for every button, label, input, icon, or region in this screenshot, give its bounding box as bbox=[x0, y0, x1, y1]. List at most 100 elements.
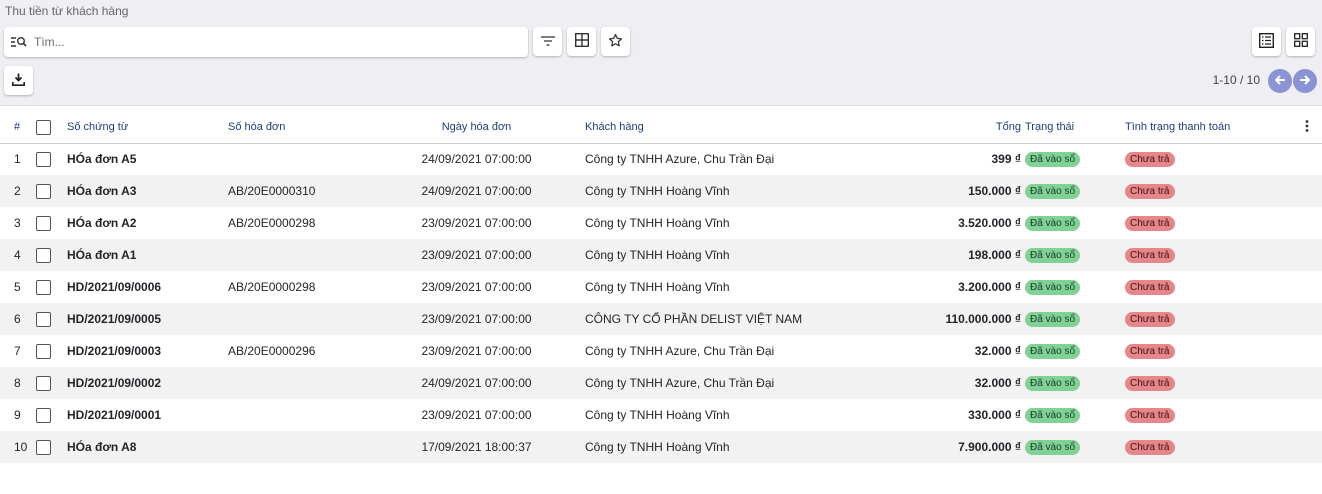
col-header-trang-thai[interactable]: Trạng thái bbox=[1025, 112, 1125, 144]
filter-button[interactable] bbox=[533, 27, 562, 56]
status-badge: Đã vào sổ bbox=[1025, 376, 1081, 391]
status-badge: Đã vào sổ bbox=[1025, 248, 1081, 263]
cell-khach-hang: Công ty TNHH Azure, Chu Trần Đại bbox=[585, 344, 775, 358]
row-checkbox-cell[interactable] bbox=[36, 399, 67, 431]
row-checkbox-cell[interactable] bbox=[36, 175, 67, 207]
row-checkbox-cell[interactable] bbox=[36, 143, 67, 175]
cell-tong: 399 ₫ bbox=[991, 152, 1021, 167]
row-spacer bbox=[1305, 399, 1322, 431]
cell-ngay-hoa-don: 23/09/2021 07:00:00 bbox=[421, 248, 532, 262]
cell-tinh-trang: Chưa trả bbox=[1125, 335, 1305, 367]
cell-tong: 110.000.000 ₫ bbox=[945, 312, 1021, 326]
cell-so-chung-tu: HD/2021/09/0001 bbox=[67, 408, 162, 422]
download-button[interactable] bbox=[4, 66, 33, 95]
optional-columns-toggle[interactable] bbox=[1305, 112, 1322, 144]
cell-khach-hang: Công ty TNHH Azure, Chu Trần Đại bbox=[585, 376, 775, 390]
cell-so-hoa-don: AB/20E0000296 bbox=[228, 344, 316, 358]
select-all-checkbox[interactable] bbox=[36, 119, 51, 135]
col-header-so-chung-tu[interactable]: Số chứng từ bbox=[67, 112, 228, 144]
row-checkbox[interactable] bbox=[36, 215, 51, 231]
cell-so-hoa-don: AB/20E0000310 bbox=[228, 184, 316, 198]
group-by-button[interactable] bbox=[567, 27, 596, 56]
list-view-icon bbox=[1258, 32, 1275, 51]
row-checkbox-cell[interactable] bbox=[36, 271, 67, 303]
control-panel: Thu tiền từ khách hàng 1-10 bbox=[0, 0, 1322, 106]
pager-next-button[interactable] bbox=[1293, 69, 1317, 93]
table-row[interactable]: 7 HD/2021/09/0003 AB/20E0000296 23/09/2021 … bbox=[0, 335, 1322, 367]
row-number: 3 bbox=[14, 216, 21, 230]
table-row[interactable]: 1 HÓa đơn A5 24/09/2021 07:00:00 Công ty TN… bbox=[0, 143, 1322, 175]
cell-ngay-hoa-don: 23/09/2021 07:00:00 bbox=[421, 312, 532, 326]
cell-so-chung-tu: HD/2021/09/0005 bbox=[67, 312, 162, 326]
table-row[interactable]: 8 HD/2021/09/0002 24/09/2021 07:00:00 Công … bbox=[0, 367, 1322, 399]
pager-value[interactable]: 1-10 / 10 bbox=[1213, 73, 1260, 87]
row-checkbox[interactable] bbox=[36, 343, 51, 359]
kanban-view-button[interactable] bbox=[1286, 27, 1315, 56]
search-icon bbox=[4, 36, 34, 48]
table-row[interactable]: 4 HÓa đơn A1 23/09/2021 07:00:00 Công ty TN… bbox=[0, 239, 1322, 271]
cell-so-chung-tu: HD/2021/09/0006 bbox=[67, 280, 162, 294]
row-checkbox[interactable] bbox=[36, 151, 51, 167]
cell-so-hoa-don bbox=[228, 367, 388, 399]
cell-so-hoa-don bbox=[228, 399, 388, 431]
row-checkbox-cell[interactable] bbox=[36, 335, 67, 367]
table-row[interactable]: 3 HÓa đơn A2 AB/20E0000298 23/09/2021 07:00… bbox=[0, 207, 1322, 239]
cell-ngay-hoa-don: 23/09/2021 07:00:00 bbox=[421, 344, 532, 358]
row-checkbox-cell[interactable] bbox=[36, 207, 67, 239]
cell-so-chung-tu: HÓa đơn A1 bbox=[67, 248, 137, 262]
row-checkbox[interactable] bbox=[36, 375, 51, 391]
cell-so-chung-tu: HÓa đơn A8 bbox=[67, 440, 137, 454]
cell-so-chung-tu: HD/2021/09/0003 bbox=[67, 344, 162, 358]
table-row[interactable]: 9 HD/2021/09/0001 23/09/2021 07:00:00 Công … bbox=[0, 399, 1322, 431]
row-checkbox-cell[interactable] bbox=[36, 431, 67, 463]
cell-trang-thai: Đã vào sổ bbox=[1025, 431, 1125, 463]
cell-ngay-hoa-don: 23/09/2021 07:00:00 bbox=[421, 408, 532, 422]
table-row[interactable]: 2 HÓa đơn A3 AB/20E0000310 24/09/2021 07:00… bbox=[0, 175, 1322, 207]
grid-view-icon bbox=[1293, 33, 1308, 50]
row-spacer bbox=[1305, 335, 1322, 367]
table-row[interactable]: 10 HÓa đơn A8 17/09/2021 18:00:37 Công ty T… bbox=[0, 431, 1322, 463]
cell-tinh-trang: Chưa trả bbox=[1125, 431, 1305, 463]
cell-tong: 7.900.000 ₫ bbox=[958, 440, 1021, 454]
row-spacer bbox=[1305, 367, 1322, 399]
row-checkbox[interactable] bbox=[36, 311, 51, 327]
row-checkbox[interactable] bbox=[36, 183, 51, 199]
search-bar[interactable] bbox=[4, 27, 528, 57]
col-header-tinh-trang[interactable]: Tình trạng thanh toán bbox=[1125, 112, 1305, 144]
cell-so-chung-tu: HÓa đơn A3 bbox=[67, 184, 137, 198]
cell-khach-hang: Công ty TNHH Hoàng Vĩnh bbox=[585, 280, 730, 294]
pager-previous-button[interactable] bbox=[1268, 69, 1292, 93]
row-checkbox-cell[interactable] bbox=[36, 303, 67, 335]
select-all-cell[interactable] bbox=[36, 112, 67, 144]
col-header-khach-hang[interactable]: Khách hàng bbox=[565, 112, 865, 144]
arrow-right-icon bbox=[1299, 74, 1311, 89]
table-row[interactable]: 5 HD/2021/09/0006 AB/20E0000298 23/09/2021 … bbox=[0, 271, 1322, 303]
col-header-num: # bbox=[0, 112, 36, 144]
col-header-tong[interactable]: Tổng bbox=[865, 112, 1025, 144]
row-checkbox[interactable] bbox=[36, 279, 51, 295]
row-spacer bbox=[1305, 175, 1322, 207]
row-checkbox-cell[interactable] bbox=[36, 367, 67, 399]
row-checkbox[interactable] bbox=[36, 407, 51, 423]
table-row[interactable]: 6 HD/2021/09/0005 23/09/2021 07:00:00 CÔNG … bbox=[0, 303, 1322, 335]
cell-so-hoa-don bbox=[228, 239, 388, 271]
row-checkbox[interactable] bbox=[36, 247, 51, 263]
row-number: 6 bbox=[14, 312, 21, 326]
row-spacer bbox=[1305, 143, 1322, 175]
search-input[interactable] bbox=[34, 35, 514, 49]
row-checkbox[interactable] bbox=[36, 439, 51, 455]
list-view-button[interactable] bbox=[1252, 27, 1281, 56]
status-badge: Đã vào sổ bbox=[1025, 280, 1081, 295]
kebab-menu-icon bbox=[1305, 119, 1309, 135]
favorites-button[interactable] bbox=[601, 27, 630, 56]
payment-status-badge: Chưa trả bbox=[1125, 408, 1175, 423]
cell-khach-hang: Công ty TNHH Hoàng Vĩnh bbox=[585, 440, 730, 454]
col-header-ngay-hoa-don[interactable]: Ngày hóa đơn bbox=[388, 112, 565, 144]
star-icon bbox=[608, 33, 623, 51]
cell-tinh-trang: Chưa trả bbox=[1125, 303, 1305, 335]
cell-trang-thai: Đã vào sổ bbox=[1025, 303, 1125, 335]
col-header-so-hoa-don[interactable]: Số hóa đơn bbox=[228, 112, 388, 144]
row-checkbox-cell[interactable] bbox=[36, 239, 67, 271]
cell-trang-thai: Đã vào sổ bbox=[1025, 367, 1125, 399]
cell-trang-thai: Đã vào sổ bbox=[1025, 335, 1125, 367]
